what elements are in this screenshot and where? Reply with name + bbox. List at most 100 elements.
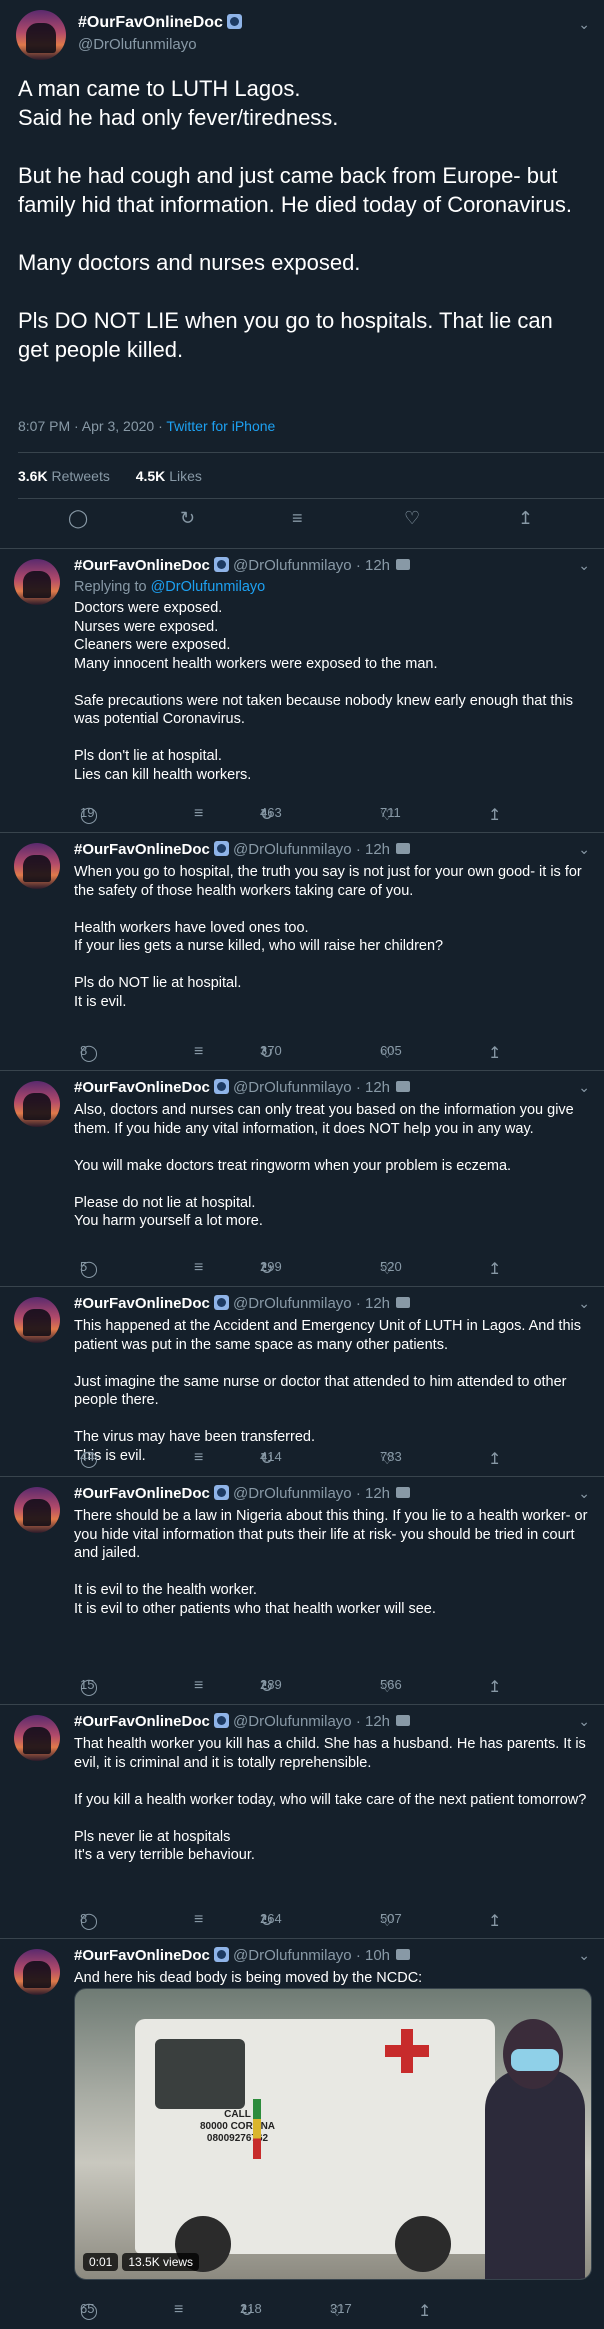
reply-action-bar: ◯ 44 ≡ ↻ 414 ♡ 783 ↥	[80, 1449, 502, 1468]
camera-icon	[396, 1487, 411, 1498]
reply-time[interactable]: · 12h	[356, 1079, 390, 1096]
verified-emoji-icon	[213, 1713, 229, 1728]
chevron-down-icon[interactable]: ⌄	[578, 16, 590, 33]
reply-tweet[interactable]: #OurFavOnlineDoc @DrOlufunmilayo · 12h ⌄…	[0, 1070, 604, 1287]
reply-time[interactable]: · 12h	[356, 1295, 390, 1312]
share-icon[interactable]: ↥	[518, 508, 533, 529]
reply-time[interactable]: · 12h	[356, 841, 390, 858]
timestamp[interactable]: 8:07 PM · Apr 3, 2020 ·	[18, 418, 166, 434]
reply-paragraph: That health worker you kill has a child.…	[74, 1736, 586, 1771]
retweets-stat[interactable]: 3.6K Retweets	[18, 468, 110, 484]
replying-to: Replying to @DrOlufunmilayo	[74, 579, 266, 595]
author-name[interactable]: #OurFavOnlineDoc	[74, 1079, 210, 1096]
avatar[interactable]	[14, 1297, 60, 1343]
stack-icon[interactable]: ≡	[292, 508, 303, 529]
palm-silhouette	[23, 1308, 51, 1337]
reply-header: #OurFavOnlineDoc @DrOlufunmilayo · 12h	[74, 1295, 411, 1312]
chevron-down-icon[interactable]: ⌄	[578, 841, 590, 858]
author-handle[interactable]: @DrOlufunmilayo	[233, 1079, 352, 1096]
verified-emoji-icon	[213, 1079, 229, 1094]
verified-emoji-icon	[213, 1947, 229, 1962]
camera-icon	[396, 1949, 411, 1960]
author-handle[interactable]: @DrOlufunmilayo	[233, 557, 352, 574]
reply-action-bar: ◯ 5 ≡ ↻ 299 ♡ 520 ↥	[80, 1259, 502, 1278]
reply-action-bar: ◯ 8 ≡ ↻ 370 ♡ 605 ↥	[80, 1043, 502, 1062]
author-name[interactable]: #OurFavOnlineDoc	[74, 1947, 210, 1964]
avatar[interactable]	[14, 1081, 60, 1127]
retweet-count: 299	[260, 1259, 282, 1274]
heart-icon[interactable]: ♡	[404, 508, 420, 529]
source-link[interactable]: Twitter for iPhone	[166, 418, 275, 434]
verified-emoji-icon	[213, 557, 229, 572]
chevron-down-icon[interactable]: ⌄	[578, 1079, 590, 1096]
tweet-stats: 3.6K Retweets 4.5K Likes	[18, 468, 202, 484]
author-name[interactable]: #OurFavOnlineDoc	[74, 1485, 210, 1502]
comment-icon[interactable]: ◯	[68, 508, 88, 529]
reply-count: 19	[80, 805, 95, 820]
reply-header: #OurFavOnlineDoc @DrOlufunmilayo · 12h	[74, 1079, 411, 1096]
camera-icon	[396, 1715, 411, 1726]
reply-paragraph: Safe precautions were not taken because …	[74, 692, 573, 728]
reply-paragraph: If you kill a health worker today, who w…	[74, 1791, 587, 1808]
reply-header: #OurFavOnlineDoc @DrOlufunmilayo · 12h	[74, 557, 411, 574]
reply-tweet[interactable]: #OurFavOnlineDoc @DrOlufunmilayo · 12h ⌄…	[0, 548, 604, 833]
reply-paragraph: Doctors were exposed. Nurses were expose…	[74, 600, 438, 672]
reply-count: 5	[80, 1259, 88, 1274]
chevron-down-icon[interactable]: ⌄	[578, 1947, 590, 1964]
author-handle[interactable]: @DrOlufunmilayo	[233, 1947, 352, 1964]
avatar[interactable]	[14, 1715, 60, 1761]
author-name[interactable]: #OurFavOnlineDoc	[74, 557, 210, 574]
reply-tweet[interactable]: #OurFavOnlineDoc @DrOlufunmilayo · 12h ⌄…	[0, 1476, 604, 1705]
retweet-count: 289	[260, 1677, 282, 1692]
reply-time[interactable]: · 10h	[356, 1947, 390, 1964]
chevron-down-icon[interactable]: ⌄	[578, 1485, 590, 1502]
author-handle[interactable]: @DrOlufunmilayo	[233, 1295, 352, 1312]
author-name[interactable]: #OurFavOnlineDoc	[78, 14, 242, 32]
tweet-meta: 8:07 PM · Apr 3, 2020 · Twitter for iPho…	[18, 418, 275, 434]
reply-tweet[interactable]: #OurFavOnlineDoc @DrOlufunmilayo · 12h ⌄…	[0, 1704, 604, 1939]
reply-tweet[interactable]: #OurFavOnlineDoc @DrOlufunmilayo · 12h ⌄…	[0, 832, 604, 1071]
replying-to-handle[interactable]: @DrOlufunmilayo	[151, 579, 266, 595]
video-player[interactable]: CALL 80000 CORONA 08009276762 0:0113.5K …	[74, 1988, 592, 2280]
main-paragraph: But he had cough and just came back from…	[18, 163, 572, 217]
reply-count: 8	[80, 1043, 88, 1058]
reply-paragraph: Health workers have loved ones too. If y…	[74, 919, 444, 955]
palm-silhouette	[23, 1960, 51, 1989]
verified-emoji-icon	[226, 14, 242, 29]
like-count: 605	[380, 1043, 402, 1058]
author-name[interactable]: #OurFavOnlineDoc	[74, 1295, 210, 1312]
author-handle[interactable]: @DrOlufunmilayo	[78, 36, 197, 53]
reply-paragraph: Also, doctors and nurses can only treat …	[74, 1102, 574, 1137]
red-cross-icon	[385, 2029, 429, 2073]
like-count: 566	[380, 1677, 402, 1692]
author-handle[interactable]: @DrOlufunmilayo	[233, 1485, 352, 1502]
reply-text: Also, doctors and nurses can only treat …	[74, 1101, 594, 1249]
avatar[interactable]	[14, 1949, 60, 1995]
reply-time[interactable]: · 12h	[356, 1485, 390, 1502]
chevron-down-icon[interactable]: ⌄	[578, 557, 590, 574]
author-name[interactable]: #OurFavOnlineDoc	[74, 841, 210, 858]
reply-paragraph: Pls never lie at hospitals It's a very t…	[74, 1828, 255, 1864]
reply-paragraph: When you go to hospital, the truth you s…	[74, 864, 582, 899]
video-duration: 0:01	[83, 2253, 119, 2271]
reply-tweet[interactable]: #OurFavOnlineDoc @DrOlufunmilayo · 10h ⌄…	[0, 1938, 604, 2329]
reply-paragraph: Pls do NOT lie at hospital. It is evil.	[74, 975, 242, 1010]
chevron-down-icon[interactable]: ⌄	[578, 1295, 590, 1312]
author-handle[interactable]: @DrOlufunmilayo	[233, 1713, 352, 1730]
author-handle[interactable]: @DrOlufunmilayo	[233, 841, 352, 858]
avatar[interactable]	[14, 843, 60, 889]
chevron-down-icon[interactable]: ⌄	[578, 1713, 590, 1730]
avatar[interactable]	[14, 559, 60, 605]
reply-paragraph: There should be a law in Nigeria about t…	[74, 1508, 588, 1561]
retweet-icon[interactable]: ↻	[180, 508, 195, 529]
reply-tweet[interactable]: #OurFavOnlineDoc @DrOlufunmilayo · 12h ⌄…	[0, 1286, 604, 1477]
reply-time[interactable]: · 12h	[356, 557, 390, 574]
reply-action-bar: ◯ 65 ≡ ↻ 218 ♡ 317 ↥	[80, 2301, 432, 2320]
video-views: 13.5K views	[122, 2253, 200, 2271]
likes-stat[interactable]: 4.5K Likes	[136, 468, 202, 484]
author-name[interactable]: #OurFavOnlineDoc	[74, 1713, 210, 1730]
palm-silhouette	[23, 1726, 51, 1755]
reply-time[interactable]: · 12h	[356, 1713, 390, 1730]
avatar[interactable]	[16, 10, 66, 60]
avatar[interactable]	[14, 1487, 60, 1533]
